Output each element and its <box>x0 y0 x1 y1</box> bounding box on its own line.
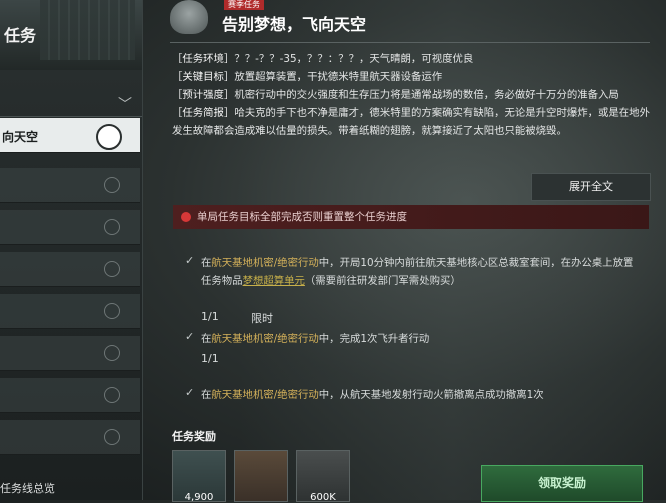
experience-icon[interactable]: 4,900 <box>172 450 226 503</box>
goal-value: 放置超算装置，干扰德米特里航天器设备运作 <box>234 71 443 83</box>
task-list: ✓ 在航天基地机密/绝密行动中，开局10分钟内前往航天基地核心区总裁室套间，在办… <box>173 240 649 416</box>
coin-icon[interactable]: 600K <box>296 450 350 503</box>
task-text: 在航天基地机密/绝密行动中，从航天基地发射行动火箭撤离点成功撤离1次 <box>201 389 544 401</box>
mission-status-icon <box>104 219 120 235</box>
warning-icon <box>181 212 191 222</box>
mission-item[interactable] <box>0 168 140 203</box>
panel-title: 任务 <box>4 26 37 45</box>
mission-status-icon <box>104 261 120 277</box>
mission-item[interactable] <box>0 420 140 455</box>
mission-item[interactable] <box>0 294 140 329</box>
task-limit: 限时 <box>251 312 273 325</box>
task-text: 在航天基地机密/绝密行动中，完成1次飞升者行动 <box>201 333 430 345</box>
mission-item[interactable] <box>0 378 140 413</box>
mission-status-icon <box>104 345 120 361</box>
filter-dropdown[interactable]: ﹀ <box>0 88 142 117</box>
env-value: ？？-？？-35，？？：？？，天气晴朗，可视度优良 <box>234 53 474 65</box>
mission-status-icon <box>104 429 120 445</box>
rewards-title: 任务奖励 <box>172 430 216 443</box>
brief-value: 哈夫克的手下也不净是庸才，德米特里的方案确实有缺陷，无论是升空时爆炸，或是在地外… <box>172 107 650 137</box>
reward-value: 4,900 <box>184 492 214 503</box>
claim-reward-button[interactable]: 领取奖励 <box>481 465 643 502</box>
strength-value: 机密行动中的交火强度和生存压力将是通常战场的数倍，务必做好十万分的准备入局 <box>234 89 619 101</box>
strength-label: ［预计强度］ <box>172 89 235 101</box>
expand-button[interactable]: 展开全文 <box>531 173 651 201</box>
warning-banner: 单局任务目标全部完成否则重置整个任务进度 <box>173 205 649 229</box>
warning-text: 单局任务目标全部完成否则重置整个任务进度 <box>197 211 407 223</box>
task-progress: 1/1 <box>201 310 219 323</box>
reward-value: 600K <box>310 492 336 503</box>
mission-list-panel: 任务 ﹀ 向天空 任务线总览 <box>0 0 143 500</box>
mission-status-icon <box>96 124 122 150</box>
check-icon: ✓ <box>185 386 195 399</box>
crate-image <box>40 0 135 60</box>
mission-item[interactable] <box>0 336 140 371</box>
panel-header: 任务 <box>0 0 142 70</box>
check-icon: ✓ <box>185 254 195 267</box>
mission-title: 告别梦想，飞向天空 <box>222 15 367 34</box>
season-tag: 赛季任务 <box>224 0 264 10</box>
task-progress: 1/1 <box>201 352 219 365</box>
env-label: ［任务环境］ <box>172 53 235 65</box>
equipment-case-icon[interactable] <box>234 450 288 502</box>
goal-label: ［关键目标］ <box>172 71 235 83</box>
mission-status-icon <box>104 303 120 319</box>
mission-info: ［任务环境］？？-？？-35，？？：？？，天气晴朗，可视度优良 ［关键目标］放置… <box>172 50 652 170</box>
check-icon: ✓ <box>185 330 195 343</box>
mission-item-active[interactable]: 向天空 <box>0 118 140 153</box>
mission-item[interactable] <box>0 210 140 245</box>
task-text: 在航天基地机密/绝密行动中，开局10分钟内前往航天基地核心区总裁室套间，在办公桌… <box>201 257 634 287</box>
mission-status-icon <box>104 387 120 403</box>
mission-line-overview[interactable]: 任务线总览 <box>0 480 55 496</box>
brief-label: ［任务简报］ <box>172 107 235 119</box>
mission-item[interactable] <box>0 252 140 287</box>
divider <box>170 42 650 43</box>
mission-item-label: 向天空 <box>2 130 39 144</box>
faction-emblem-icon <box>170 0 208 34</box>
mission-status-icon <box>104 177 120 193</box>
chevron-down-icon: ﹀ <box>118 97 132 113</box>
item-link[interactable]: 梦想超算单元 <box>243 275 305 287</box>
